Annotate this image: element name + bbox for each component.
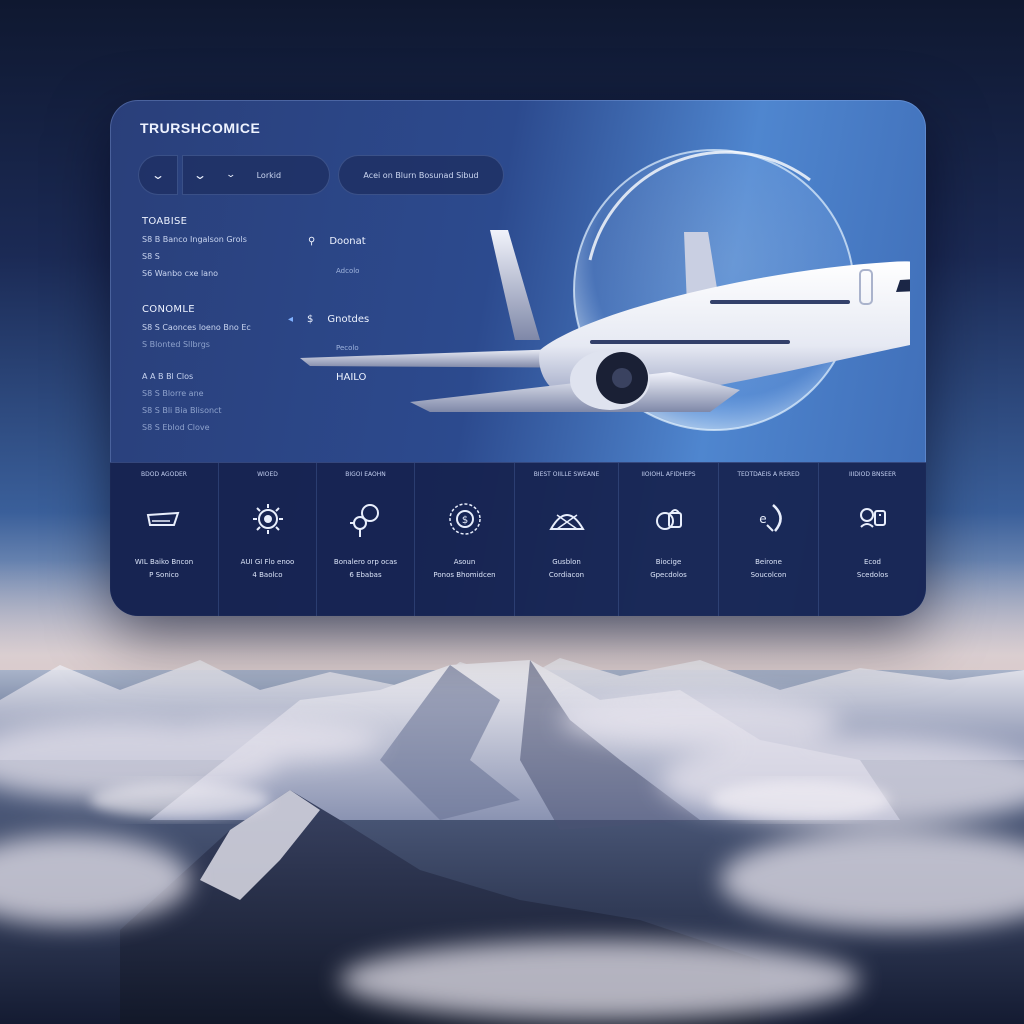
card-item[interactable]: BIEST OIILLE SWEANE Gusblon Cordiacon: [514, 463, 618, 616]
section-toabise: TOABISE S8 B Banco Ingalson Grols S8 S S…: [142, 216, 247, 286]
card-item[interactable]: IIIDIOD BNSEER Ecod Scedolos: [818, 463, 926, 616]
dropdown-button[interactable]: ⌄: [138, 155, 178, 195]
card-line: AUI GI Flo enoo: [240, 558, 295, 566]
segment-label: Lorkid: [256, 170, 282, 180]
card-line: Soucolcon: [750, 571, 787, 579]
card-line: Gpecdolos: [650, 571, 687, 579]
airplane-illustration: [300, 149, 910, 431]
card-item[interactable]: BIGOI EAOHN Bonalero orp ocas 6 Ebabas: [316, 463, 414, 616]
card-line: Biocige: [655, 558, 682, 566]
card-line: WIL Baiko Bncon: [134, 558, 194, 566]
card-line: Beirone: [755, 558, 782, 566]
card-line: P Sonico: [149, 571, 179, 579]
card-item[interactable]: TEDTDAEIS A RERED e Beirone Soucolcon: [718, 463, 818, 616]
card-title: TEDTDAEIS A RERED: [737, 471, 800, 478]
card-line: Asoun: [453, 558, 476, 566]
list-item[interactable]: S8 S Bli Bia Blisonct: [142, 406, 222, 415]
list-item[interactable]: S6 Wanbo cxe lano: [142, 269, 247, 278]
category-cards: BDOD AGODER WIL Baiko Bncon P Sonico WIO…: [110, 462, 926, 616]
chevron-down-icon[interactable]: ⌄: [226, 170, 237, 180]
chevron-down-icon[interactable]: ⌄: [193, 168, 207, 182]
list-item[interactable]: S8 S Caonces loeno Bno Ec: [142, 323, 251, 332]
card-line: Ecod: [864, 558, 881, 566]
card-title: IIOIOHL AFIDHEPS: [641, 471, 696, 478]
card-line: Scedolos: [856, 571, 889, 579]
list-item[interactable]: A A B Bl Clos: [142, 372, 222, 381]
card-item[interactable]: $ Asoun Ponos Bhomidcen: [414, 463, 514, 616]
card-line: Gusblon: [552, 558, 581, 566]
sun-gear-icon: [252, 504, 283, 534]
section-title: CONOMLE: [142, 304, 195, 315]
svg-text:e: e: [759, 512, 766, 526]
card-title: BIGOI EAOHN: [345, 471, 386, 478]
card-line: Bonalero orp ocas: [333, 558, 398, 566]
list-item[interactable]: S8 S Blorre ane: [142, 389, 222, 398]
headset-icon: e: [759, 504, 782, 532]
card-item[interactable]: WIOED AUI GI Flo enoo 4 Baolco: [218, 463, 316, 616]
card-title: BIEST OIILLE SWEANE: [533, 471, 600, 478]
list-item[interactable]: S Blonted Sllbrgs: [142, 340, 251, 349]
section-conomle: CONOMLE S8 S Caonces loeno Bno Ec S Blon…: [142, 304, 251, 357]
card-item[interactable]: IIOIOHL AFIDHEPS Biocige Gpecdolos: [618, 463, 718, 616]
support-icon: [859, 508, 886, 528]
card-line: Cordiacon: [548, 571, 585, 579]
card-line: 4 Baolco: [252, 571, 283, 579]
section-options: A A B Bl Clos S8 S Blorre ane S8 S Bli B…: [142, 372, 222, 440]
card-title: BDOD AGODER: [141, 471, 187, 478]
card-title: IIIDIOD BNSEER: [848, 471, 897, 478]
svg-text:$: $: [461, 515, 467, 526]
card-line: Ponos Bhomidcen: [433, 571, 496, 579]
tent-icon: [548, 514, 585, 530]
section-title: TOABISE: [142, 216, 188, 227]
app-title: TRURSHCOMICE: [140, 120, 261, 136]
card-item[interactable]: BDOD AGODER WIL Baiko Bncon P Sonico: [110, 463, 218, 616]
booking-panel: TRURSHCOMICE ⌄ ⌄ ⌄ Lorkid Acei on Blurn …: [110, 100, 926, 616]
list-item[interactable]: S8 S: [142, 252, 247, 261]
globe-icon: $: [448, 503, 481, 535]
bag-icon: [655, 509, 682, 530]
person-globe-icon: [349, 504, 379, 537]
chevron-down-icon: ⌄: [150, 168, 166, 182]
list-item[interactable]: S8 B Banco Ingalson Grols: [142, 235, 247, 244]
card-title: WIOED: [257, 471, 278, 478]
list-item[interactable]: S8 S Eblod Clove: [142, 423, 222, 432]
plane-wing-icon: [146, 511, 180, 526]
card-line: 6 Ebabas: [349, 571, 382, 579]
